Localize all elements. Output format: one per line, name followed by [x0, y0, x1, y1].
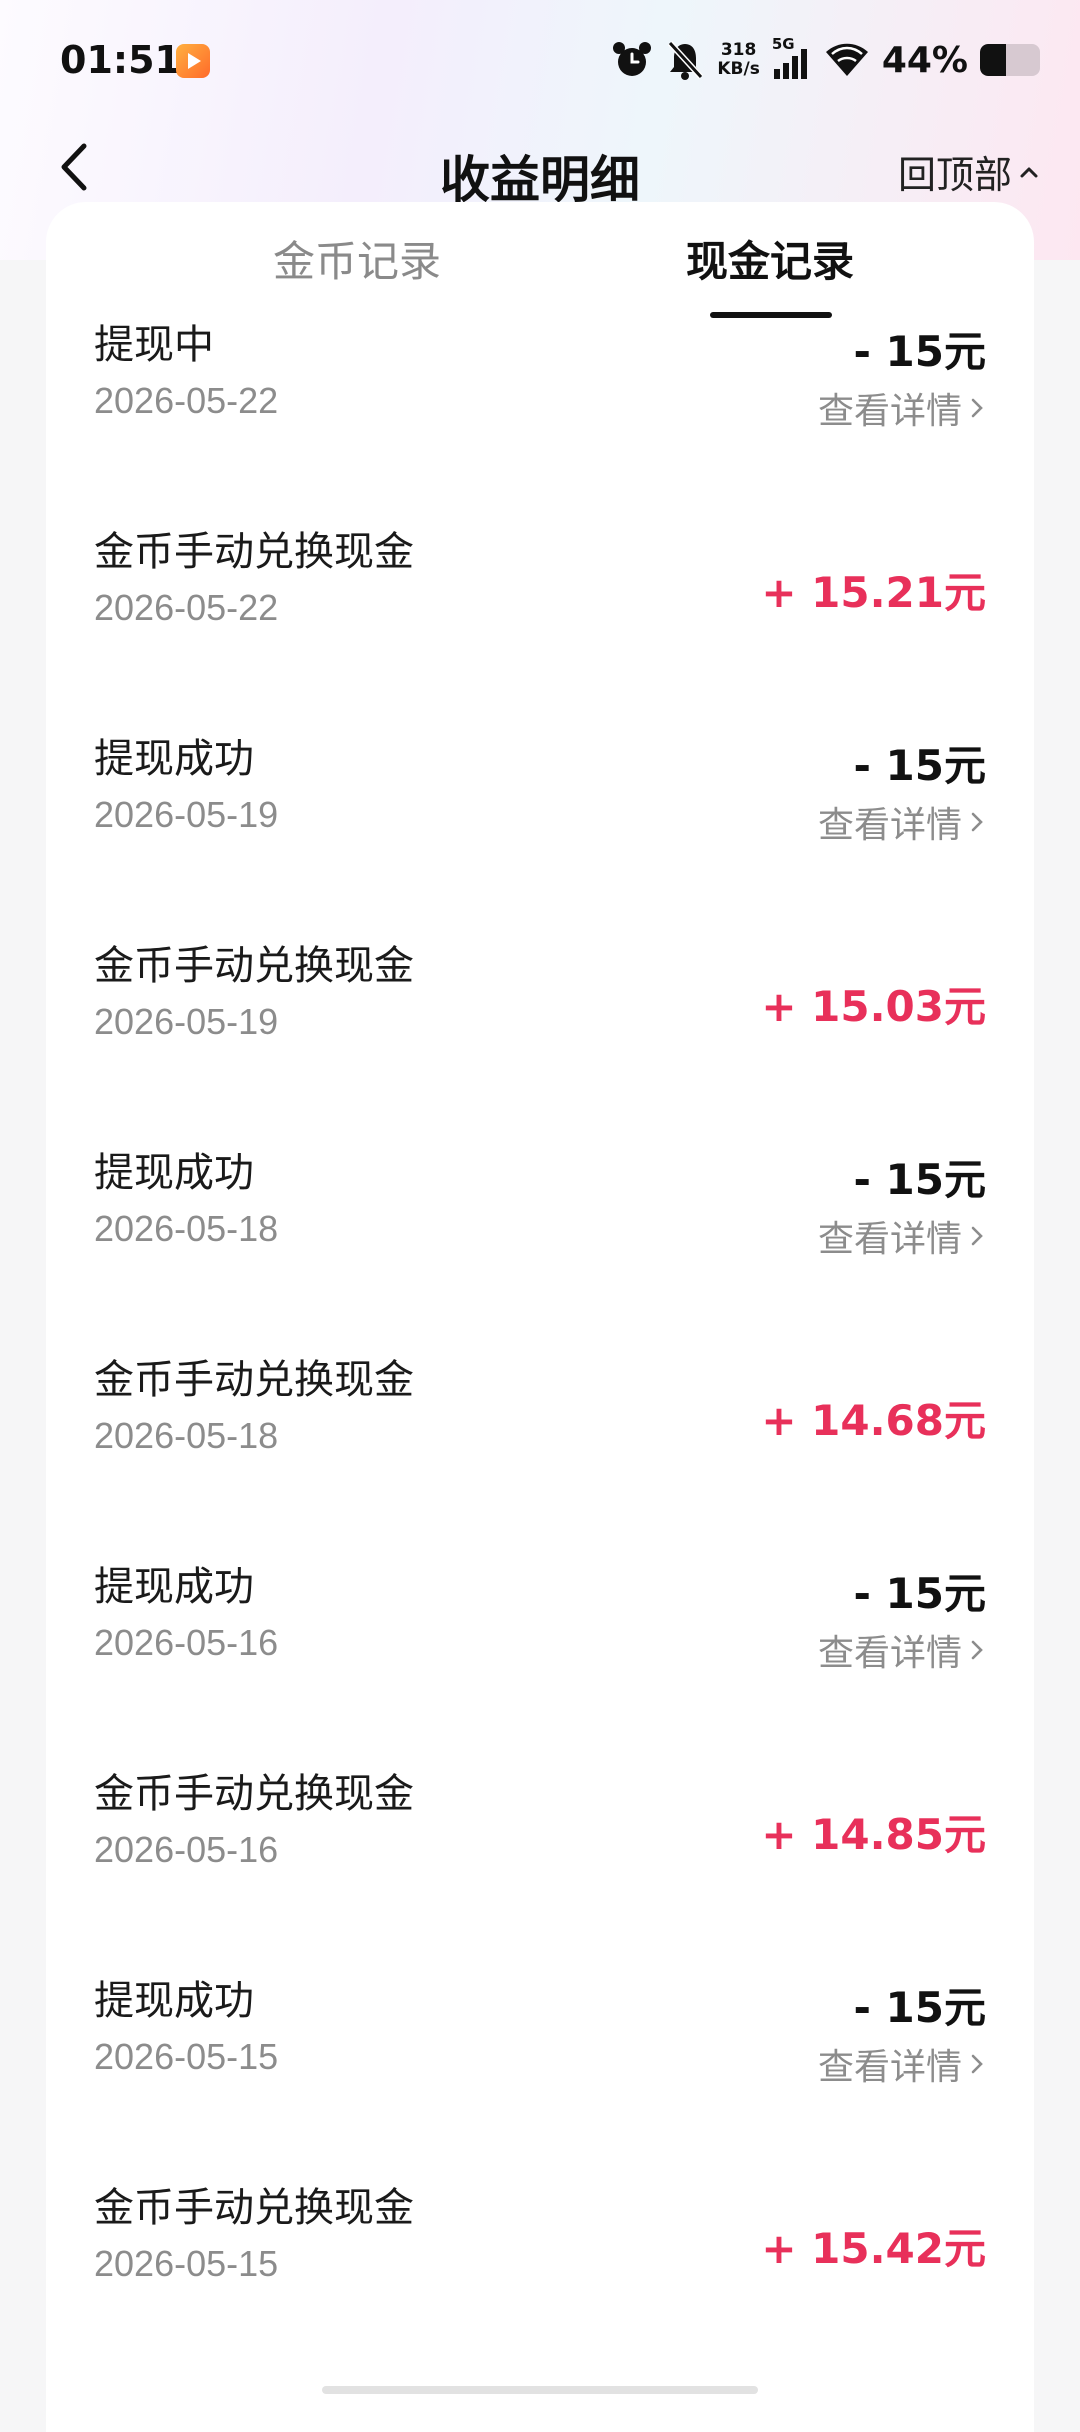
battery-percent: 44%: [881, 39, 968, 81]
record-title: 金币手动兑换现金: [94, 1771, 414, 1817]
record-date: 2026-05-22: [94, 380, 279, 421]
back-to-top-label: 回顶部: [897, 153, 1012, 197]
chevron-right-icon: [971, 2054, 983, 2074]
list-item: 金币手动兑换现金 2026-05-22 + 15.21元: [46, 519, 1034, 726]
record-date: 2026-05-18: [94, 1208, 279, 1249]
record-title: 提现中: [94, 322, 214, 368]
list-item: 金币手动兑换现金 2026-05-18 + 14.68元: [46, 1347, 1034, 1554]
battery-fill: [980, 44, 1007, 76]
record-amount: - 15元: [853, 741, 986, 790]
cash-record-list: 提现中 2026-05-22 - 15元 查看详情 金币手动兑换现金 2026-…: [46, 312, 1034, 2382]
record-date: 2026-05-18: [94, 1415, 279, 1456]
view-detail-link[interactable]: 查看详情: [818, 2038, 986, 2090]
view-detail-label: 查看详情: [817, 391, 962, 432]
wifi-icon: [824, 40, 870, 80]
list-item: 提现成功 2026-05-15 - 15元 查看详情: [46, 1968, 1034, 2175]
record-amount: + 15.21元: [761, 568, 986, 617]
record-amount: + 15.42元: [761, 2224, 986, 2273]
chevron-right-icon: [971, 1640, 983, 1660]
record-tabs: 金币记录 现金记录: [46, 202, 1034, 320]
view-detail-label: 查看详情: [817, 805, 962, 846]
list-item: 提现成功 2026-05-19 - 15元 查看详情: [46, 726, 1034, 933]
net-speed-unit: KB/s: [717, 59, 760, 79]
view-detail-label: 查看详情: [817, 1633, 962, 1674]
record-date: 2026-05-19: [94, 794, 279, 835]
record-amount: - 15元: [853, 327, 986, 376]
record-title: 金币手动兑换现金: [94, 2185, 414, 2231]
record-title: 提现成功: [94, 1978, 254, 2024]
cellular-signal-icon: 5G: [772, 35, 812, 81]
back-to-top-button[interactable]: 回顶部: [898, 144, 1040, 199]
list-item: 提现中 2026-05-22 - 15元 查看详情: [46, 312, 1034, 519]
list-item: 提现成功 2026-05-16 - 15元 查看详情: [46, 1554, 1034, 1761]
record-title: 提现成功: [94, 1564, 254, 1610]
status-time: 01:51: [60, 38, 181, 82]
net-speed-value: 318: [720, 40, 757, 60]
mute-bell-icon: [665, 39, 705, 81]
tab-coin-records[interactable]: 金币记录: [207, 228, 507, 289]
status-icons: 318 KB/s 5G 44%: [611, 35, 1040, 84]
view-detail-link[interactable]: 查看详情: [818, 382, 986, 434]
record-date: 2026-05-16: [94, 1829, 279, 1870]
records-card: 金币记录 现金记录 提现中 2026-05-22 - 15元 查看详情 金币手动…: [46, 202, 1034, 2432]
status-bar: 01:51 318 KB/s 5G 44%: [0, 0, 1080, 118]
list-item: 金币手动兑换现金 2026-05-15 + 15.42元: [46, 2175, 1034, 2382]
battery-icon: [980, 44, 1040, 76]
chevron-right-icon: [971, 1226, 983, 1246]
record-date: 2026-05-19: [94, 1001, 279, 1042]
record-title: 提现成功: [94, 736, 254, 782]
view-detail-link[interactable]: 查看详情: [818, 796, 986, 848]
network-type: 5G: [771, 35, 795, 53]
record-amount: + 14.85元: [761, 1810, 986, 1859]
tab-cash-records[interactable]: 现金记录: [620, 228, 920, 289]
record-date: 2026-05-22: [94, 587, 279, 628]
record-title: 提现成功: [94, 1150, 254, 1196]
record-date: 2026-05-15: [94, 2036, 279, 2077]
view-detail-link[interactable]: 查看详情: [818, 1210, 986, 1262]
chevron-up-icon: [1020, 167, 1038, 177]
record-date: 2026-05-15: [94, 2243, 279, 2284]
net-speed: 318 KB/s: [717, 41, 759, 79]
record-amount: + 15.03元: [761, 982, 986, 1031]
chevron-right-icon: [971, 398, 983, 418]
record-amount: - 15元: [853, 1569, 986, 1618]
home-indicator[interactable]: [322, 2386, 758, 2394]
view-detail-link[interactable]: 查看详情: [818, 1624, 986, 1676]
chevron-right-icon: [971, 812, 983, 832]
app-notification-icon: [176, 44, 210, 78]
record-date: 2026-05-16: [94, 1622, 279, 1663]
view-detail-label: 查看详情: [817, 1219, 962, 1260]
list-item: 金币手动兑换现金 2026-05-19 + 15.03元: [46, 933, 1034, 1140]
record-title: 金币手动兑换现金: [94, 943, 414, 989]
list-item: 提现成功 2026-05-18 - 15元 查看详情: [46, 1140, 1034, 1347]
alarm-icon: [611, 39, 653, 81]
record-title: 金币手动兑换现金: [94, 529, 414, 575]
view-detail-label: 查看详情: [817, 2047, 962, 2088]
record-amount: - 15元: [853, 1155, 986, 1204]
record-amount: + 14.68元: [761, 1396, 986, 1445]
record-amount: - 15元: [853, 1983, 986, 2032]
list-item: 金币手动兑换现金 2026-05-16 + 14.85元: [46, 1761, 1034, 1968]
record-title: 金币手动兑换现金: [94, 1357, 414, 1403]
